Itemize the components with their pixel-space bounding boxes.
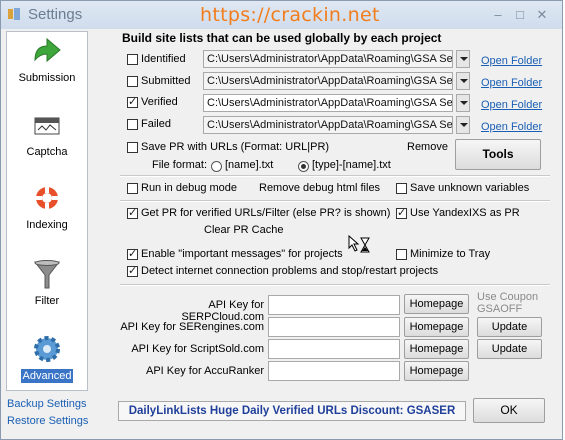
sidebar-item-label: Captcha bbox=[26, 146, 68, 158]
minimize-tray-checkbox[interactable] bbox=[396, 249, 407, 260]
failed-open-folder-link[interactable]: Open Folder bbox=[481, 121, 542, 133]
identified-label: Identified bbox=[141, 53, 186, 65]
remove-label: Remove bbox=[407, 141, 448, 153]
submitted-checkbox[interactable] bbox=[127, 76, 138, 87]
scriptsold-homepage-button[interactable]: Homepage bbox=[404, 339, 469, 359]
maximize-icon[interactable]: □ bbox=[512, 7, 528, 23]
scriptsold-update-button[interactable]: Update bbox=[477, 339, 542, 359]
important-messages-checkbox[interactable] bbox=[127, 247, 138, 260]
identified-path-field[interactable]: C:\Users\Administrator\AppData\Roaming\G… bbox=[203, 50, 453, 68]
serpcloud-key-label: API Key for SERPCloud.com bbox=[181, 299, 264, 323]
run-debug-checkbox[interactable] bbox=[127, 183, 138, 194]
serengines-update-button[interactable]: Update bbox=[477, 317, 542, 337]
submitted-label: Submitted bbox=[141, 75, 191, 87]
window-title: Settings bbox=[28, 6, 83, 23]
sidebar: Submission Captcha Indexing Filter Advan… bbox=[6, 31, 88, 391]
gear-icon bbox=[34, 336, 60, 362]
funnel-icon bbox=[33, 260, 61, 289]
get-pr-label: Get PR for verified URLs/Filter (else PR… bbox=[141, 207, 391, 219]
identified-dropdown-button[interactable] bbox=[456, 50, 470, 68]
use-yandex-label: Use YandexIXS as PR bbox=[410, 207, 520, 219]
submitted-open-folder-link[interactable]: Open Folder bbox=[481, 77, 542, 89]
app-icon bbox=[6, 6, 22, 22]
serengines-homepage-button[interactable]: Homepage bbox=[404, 317, 469, 337]
submitted-path-field[interactable]: C:\Users\Administrator\AppData\Roaming\G… bbox=[203, 72, 453, 90]
save-unknown-label: Save unknown variables bbox=[410, 182, 530, 194]
sidebar-item-captcha[interactable]: Captcha bbox=[7, 110, 87, 160]
lifebuoy-icon bbox=[36, 187, 58, 209]
failed-dropdown-button[interactable] bbox=[456, 116, 470, 134]
verified-path-field[interactable]: C:\Users\Administrator\AppData\Roaming\G… bbox=[203, 94, 453, 112]
busy-cursor-icon bbox=[348, 235, 370, 253]
verified-open-folder-link[interactable]: Open Folder bbox=[481, 99, 542, 111]
green-arrow-icon bbox=[34, 37, 61, 63]
clear-pr-cache-link[interactable]: Clear PR Cache bbox=[204, 224, 283, 236]
separator bbox=[120, 284, 550, 286]
save-pr-checkbox[interactable] bbox=[127, 142, 138, 153]
separator bbox=[120, 200, 550, 202]
separator bbox=[120, 175, 550, 177]
coupon-line2: GSAOFF bbox=[477, 303, 523, 315]
site-lists-heading: Build site lists that can be used global… bbox=[122, 31, 442, 45]
scriptsold-key-label: API Key for ScriptSold.com bbox=[131, 343, 264, 355]
close-icon[interactable]: ✕ bbox=[534, 7, 550, 23]
get-pr-checkbox[interactable] bbox=[127, 206, 138, 219]
scriptsold-key-input[interactable] bbox=[268, 339, 400, 359]
tools-button[interactable]: Tools bbox=[455, 139, 541, 170]
verified-dropdown-button[interactable] bbox=[456, 94, 470, 112]
format-type-name-label: [type]-[name].txt bbox=[312, 159, 391, 171]
restore-settings-link[interactable]: Restore Settings bbox=[7, 415, 88, 427]
failed-label: Failed bbox=[141, 118, 171, 130]
verified-label: Verified bbox=[141, 96, 178, 108]
detect-connection-checkbox[interactable] bbox=[127, 264, 138, 277]
accuranker-key-label: API Key for AccuRanker bbox=[146, 365, 264, 377]
format-name-radio[interactable] bbox=[211, 161, 222, 172]
submitted-dropdown-button[interactable] bbox=[456, 72, 470, 90]
watermark-text: https://crackin.net bbox=[200, 4, 380, 26]
file-format-label: File format: bbox=[152, 159, 208, 171]
accuranker-homepage-button[interactable]: Homepage bbox=[404, 361, 469, 381]
discount-banner[interactable]: DailyLinkLists Huge Daily Verified URLs … bbox=[118, 401, 466, 421]
failed-checkbox[interactable] bbox=[127, 119, 138, 130]
backup-settings-link[interactable]: Backup Settings bbox=[7, 398, 87, 410]
sidebar-item-label: Filter bbox=[34, 295, 60, 307]
coupon-line1: Use Coupon bbox=[477, 291, 539, 303]
sidebar-item-label: Indexing bbox=[26, 219, 68, 231]
ok-button[interactable]: OK bbox=[473, 398, 545, 423]
detect-connection-label: Detect internet connection problems and … bbox=[141, 265, 439, 277]
serengines-key-input[interactable] bbox=[268, 317, 400, 337]
identified-open-folder-link[interactable]: Open Folder bbox=[481, 55, 542, 67]
serpcloud-key-input[interactable] bbox=[268, 295, 400, 315]
sidebar-item-advanced[interactable]: Advanced bbox=[7, 330, 87, 388]
save-unknown-checkbox[interactable] bbox=[396, 183, 407, 194]
sidebar-item-submission[interactable]: Submission bbox=[7, 34, 87, 94]
format-type-name-radio[interactable] bbox=[298, 161, 309, 172]
verified-checkbox[interactable] bbox=[127, 95, 138, 108]
accuranker-key-input[interactable] bbox=[268, 361, 400, 381]
use-yandex-checkbox[interactable] bbox=[396, 206, 407, 219]
serpcloud-homepage-button[interactable]: Homepage bbox=[404, 294, 469, 314]
sidebar-item-indexing[interactable]: Indexing bbox=[7, 182, 87, 232]
remove-debug-label: Remove debug html files bbox=[259, 182, 381, 194]
sidebar-item-label: Advanced bbox=[20, 369, 74, 383]
failed-path-field[interactable]: C:\Users\Administrator\AppData\Roaming\G… bbox=[203, 116, 453, 134]
save-pr-label: Save PR with URLs (Format: URL|PR) bbox=[141, 141, 330, 153]
sidebar-item-label: Submission bbox=[18, 72, 76, 84]
sidebar-item-filter[interactable]: Filter bbox=[7, 257, 87, 312]
minimize-tray-label: Minimize to Tray bbox=[410, 248, 491, 260]
identified-checkbox[interactable] bbox=[127, 54, 138, 65]
format-name-label: [name].txt bbox=[225, 159, 274, 171]
serengines-key-label: API Key for SERengines.com bbox=[120, 321, 264, 333]
important-messages-label: Enable "important messages" for projects bbox=[141, 248, 343, 260]
minimize-icon[interactable]: – bbox=[490, 7, 506, 23]
captcha-icon bbox=[34, 117, 60, 135]
run-debug-label: Run in debug mode bbox=[141, 182, 238, 194]
